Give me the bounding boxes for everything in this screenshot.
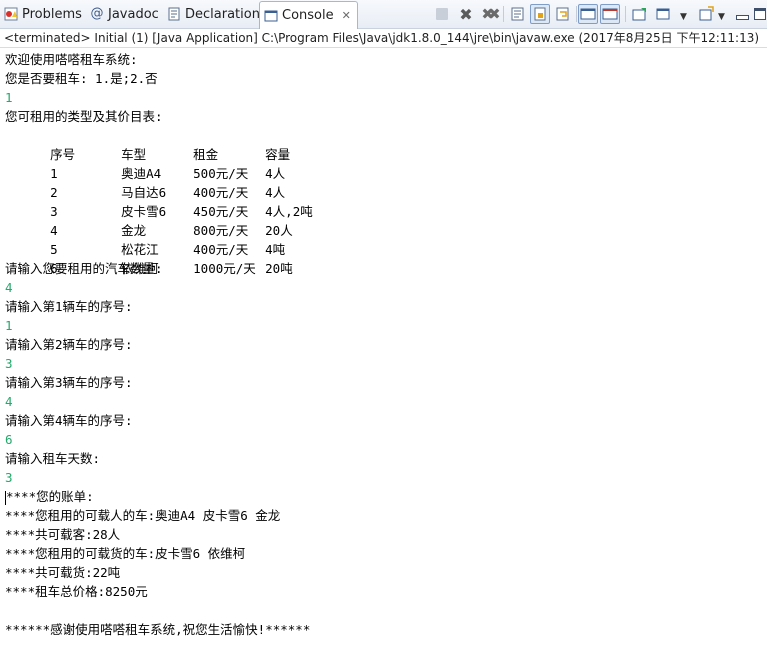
output-line: ****共可载客:28人 bbox=[5, 527, 121, 542]
minimize-button[interactable] bbox=[732, 4, 752, 24]
tab-declaration[interactable]: Declaration bbox=[167, 2, 260, 26]
table-cell: 1 bbox=[50, 166, 58, 181]
user-input-line: 1 bbox=[5, 318, 13, 333]
output-line: 您是否要租车: 1.是;2.否 bbox=[5, 71, 158, 86]
terminate-icon bbox=[436, 8, 448, 20]
tab-label: Console bbox=[282, 8, 334, 23]
table-cell: 450元/天 bbox=[193, 204, 249, 219]
console-icon bbox=[264, 10, 278, 21]
javadoc-icon: @ bbox=[90, 6, 104, 21]
minimize-icon bbox=[735, 14, 749, 20]
terminate-button[interactable] bbox=[432, 4, 452, 24]
output-line: 请输入第3辆车的序号: bbox=[5, 375, 133, 390]
tab-label: Problems bbox=[22, 6, 82, 22]
open-console-icon bbox=[699, 6, 714, 21]
output-line: 请输入您要租用的汽车数量: bbox=[5, 261, 163, 276]
table-cell: 4人 bbox=[265, 166, 286, 181]
close-icon[interactable]: ✕ bbox=[342, 9, 351, 22]
table-cell: 4人 bbox=[265, 185, 286, 200]
table-cell: 1000元/天 bbox=[193, 261, 256, 276]
word-wrap-button[interactable] bbox=[553, 4, 573, 24]
table-cell: 4 bbox=[50, 223, 58, 238]
user-input-line: 4 bbox=[5, 280, 13, 295]
table-cell: 4吨 bbox=[265, 242, 286, 257]
scroll-lock-button[interactable] bbox=[530, 4, 550, 24]
table-cell: 500元/天 bbox=[193, 166, 249, 181]
output-line: ****您租用的可载货的车:皮卡雪6 依维柯 bbox=[5, 546, 246, 561]
console-output[interactable]: 欢迎使用嗒嗒租车系统: 您是否要租车: 1.是;2.否 1 您可租用的类型及其价… bbox=[0, 48, 767, 639]
console-view: Problems @ Javadoc Declaration Console ✕ bbox=[0, 0, 767, 647]
output-line: ****您的账单: bbox=[5, 487, 767, 506]
table-cell: 3 bbox=[50, 204, 58, 219]
table-cell: 20人 bbox=[265, 223, 293, 238]
show-on-stderr-icon bbox=[602, 8, 618, 20]
user-input-line: 4 bbox=[5, 394, 13, 409]
user-input-line: 1 bbox=[5, 90, 13, 105]
pin-console-button[interactable] bbox=[630, 4, 650, 24]
header-cell: 容量 bbox=[265, 147, 291, 162]
output-line: ******感谢使用嗒嗒租车系统,祝您生活愉快!****** bbox=[5, 622, 311, 637]
clear-console-button[interactable] bbox=[508, 4, 528, 24]
pin-console-icon bbox=[632, 8, 646, 21]
remove-all-terminated-icon: ✖✖ bbox=[481, 5, 500, 23]
display-selected-console-icon bbox=[656, 8, 670, 20]
table-cell: 马自达6 bbox=[121, 185, 167, 200]
table-cell: 400元/天 bbox=[193, 242, 249, 257]
table-cell: 松花江 bbox=[121, 242, 159, 257]
output-line: 欢迎使用嗒嗒租车系统: bbox=[5, 52, 138, 67]
show-on-stdout-icon bbox=[580, 8, 596, 20]
table-cell: 400元/天 bbox=[193, 185, 249, 200]
user-input-line: 3 bbox=[5, 470, 13, 485]
output-line: ****共可载货:22吨 bbox=[5, 565, 121, 580]
process-status-line: <terminated> Initial (1) [Java Applicati… bbox=[0, 29, 767, 48]
header-cell: 车型 bbox=[121, 147, 147, 162]
display-selected-console-button[interactable] bbox=[653, 4, 673, 24]
problems-icon bbox=[4, 7, 18, 21]
chevron-down-icon[interactable]: ▼ bbox=[718, 7, 725, 27]
show-on-stderr-button[interactable] bbox=[600, 4, 620, 24]
header-cell: 序号 bbox=[50, 147, 76, 162]
table-cell: 2 bbox=[50, 185, 58, 200]
tab-javadoc[interactable]: @ Javadoc bbox=[90, 2, 159, 26]
word-wrap-icon bbox=[556, 7, 569, 21]
output-line: 请输入租车天数: bbox=[5, 451, 101, 466]
user-input-line: 6 bbox=[5, 432, 13, 447]
scroll-lock-icon bbox=[534, 7, 546, 21]
table-cell: 4人,2吨 bbox=[265, 204, 313, 219]
table-cell: 20吨 bbox=[265, 261, 293, 276]
output-line: 请输入第4辆车的序号: bbox=[5, 413, 133, 428]
table-cell: 800元/天 bbox=[193, 223, 249, 238]
table-cell: 5 bbox=[50, 242, 58, 257]
bill-title: ****您的账单: bbox=[6, 489, 94, 504]
output-line: ****租车总价格:8250元 bbox=[5, 584, 148, 599]
maximize-icon bbox=[754, 8, 766, 20]
declaration-icon bbox=[168, 7, 180, 21]
view-tab-bar: Problems @ Javadoc Declaration Console ✕ bbox=[0, 0, 767, 29]
output-line: 请输入第1辆车的序号: bbox=[5, 299, 133, 314]
output-line: 请输入第2辆车的序号: bbox=[5, 337, 133, 352]
tab-label: Javadoc bbox=[108, 6, 159, 22]
user-input-line: 3 bbox=[5, 356, 13, 371]
clear-console-icon bbox=[511, 7, 524, 21]
table-cell: 皮卡雪6 bbox=[121, 204, 167, 219]
table-header: 序号 车型 租金 容量 bbox=[5, 126, 767, 162]
tab-console[interactable]: Console ✕ bbox=[259, 1, 358, 29]
tab-label: Declaration bbox=[185, 6, 260, 22]
open-console-button[interactable] bbox=[696, 4, 716, 24]
remove-all-terminated-button[interactable]: ✖✖ bbox=[478, 4, 500, 24]
remove-launch-icon: ✖ bbox=[459, 4, 473, 24]
table-cell: 奥迪A4 bbox=[121, 166, 162, 181]
output-line: 您可租用的类型及其价目表: bbox=[5, 109, 163, 124]
show-on-stdout-button[interactable] bbox=[578, 4, 598, 24]
table-cell: 金龙 bbox=[121, 223, 147, 238]
header-cell: 租金 bbox=[193, 147, 219, 162]
remove-launch-button[interactable]: ✖ bbox=[456, 4, 476, 24]
maximize-button[interactable] bbox=[750, 4, 767, 24]
tab-problems[interactable]: Problems bbox=[4, 2, 82, 26]
chevron-down-icon[interactable]: ▼ bbox=[680, 7, 687, 27]
output-line: ****您租用的可载人的车:奥迪A4 皮卡雪6 金龙 bbox=[5, 508, 281, 523]
